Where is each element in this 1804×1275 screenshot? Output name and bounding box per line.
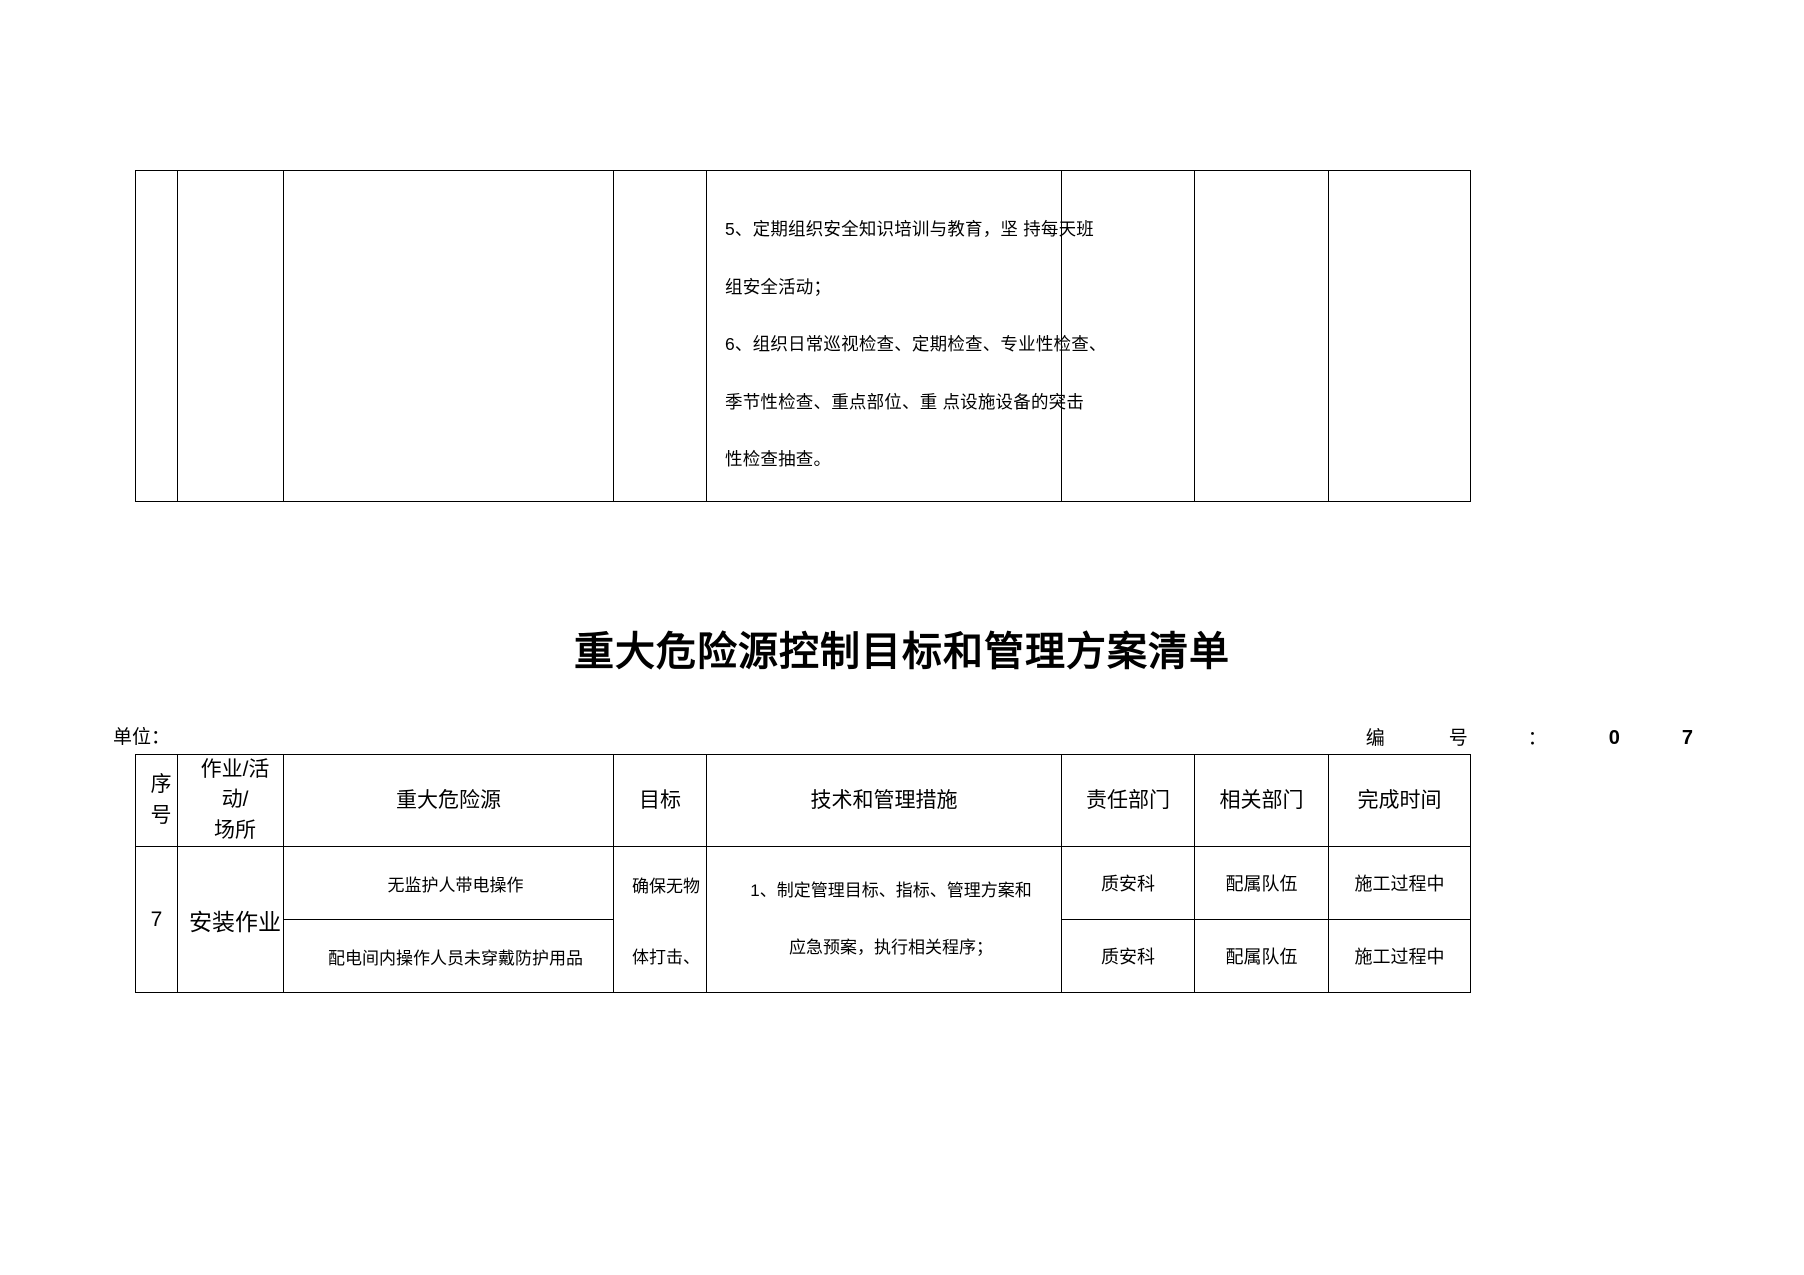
continued-table-container: 5、定期组织安全知识培训与教育，坚 持每天班 组安全活动； 6、组织日常巡视检查… bbox=[135, 170, 1471, 502]
continued-cell-related-dept bbox=[1194, 170, 1329, 502]
header-serial-line1: 序 bbox=[150, 773, 172, 797]
header-hazard: 重大危险源 bbox=[283, 753, 614, 848]
row-related-dept: 配属队伍 bbox=[1194, 919, 1329, 994]
header-activity-line2: 场所 bbox=[214, 818, 256, 842]
table-header-row: 序 号 作业/活 动/ 场所 重大危险源 目标 技术和管理措施 责任部门 相关部… bbox=[135, 753, 1471, 848]
continued-cell-serial bbox=[135, 170, 178, 502]
continued-cell-measures: 5、定期组织安全知识培训与教育，坚 持每天班 组安全活动； 6、组织日常巡视检查… bbox=[706, 170, 1107, 502]
number-digit-first: 0 bbox=[1608, 727, 1620, 749]
row-hazard: 配电间内操作人员未穿戴防护用品 bbox=[283, 919, 614, 994]
row-related-dept: 配属队伍 bbox=[1194, 846, 1329, 921]
row-goal: 确保无物 体打击、 bbox=[613, 846, 707, 994]
form-meta-row: 单位： 编 号 ： 0 7 bbox=[113, 725, 1693, 751]
row-responsible-dept: 质安科 bbox=[1061, 919, 1195, 994]
row-measure-line1: 1、制定管理目标、指标、管理方案和 bbox=[750, 881, 1032, 901]
major-hazard-control-table: 序 号 作业/活 动/ 场所 重大危险源 目标 技术和管理措施 责任部门 相关部… bbox=[135, 753, 1471, 994]
continued-cell-goal bbox=[613, 170, 707, 502]
header-serial-line2: 号 bbox=[150, 803, 172, 827]
row-serial: 7 bbox=[135, 846, 178, 994]
continued-cell-hazard bbox=[283, 170, 614, 502]
document-page: 5、定期组织安全知识培训与教育，坚 持每天班 组安全活动； 6、组织日常巡视检查… bbox=[0, 0, 1804, 1275]
header-measures: 技术和管理措施 bbox=[706, 753, 1062, 848]
measure-line-6: 6、组织日常巡视检查、定期检查、专业性检查、 bbox=[725, 334, 1107, 355]
row-goal-line2: 体打击、 bbox=[632, 947, 700, 967]
row-measure: 1、制定管理目标、指标、管理方案和 应急预案，执行相关程序； bbox=[706, 846, 1062, 994]
row-hazard: 无监护人带电操作 bbox=[283, 846, 614, 921]
header-related-dept: 相关部门 bbox=[1194, 753, 1329, 848]
table-row: 7 安装作业 无监护人带电操作 确保无物 体打击、 1、制定管理目标、指标、管理… bbox=[135, 846, 1471, 994]
row-completion-time: 施工过程中 bbox=[1328, 846, 1471, 921]
row-responsible-dept: 质安科 bbox=[1061, 846, 1195, 921]
continued-cell-activity bbox=[177, 170, 284, 502]
header-goal: 目标 bbox=[613, 753, 707, 848]
measure-line-6-cont-2: 性检查抽查。 bbox=[725, 449, 832, 470]
continued-measures-table: 5、定期组织安全知识培训与教育，坚 持每天班 组安全活动； 6、组织日常巡视检查… bbox=[135, 170, 1471, 502]
number-label-bian: 编 bbox=[1365, 728, 1385, 749]
header-responsible-dept: 责任部门 bbox=[1061, 753, 1195, 848]
main-table-container: 序 号 作业/活 动/ 场所 重大危险源 目标 技术和管理措施 责任部门 相关部… bbox=[135, 753, 1471, 994]
header-serial: 序 号 bbox=[135, 753, 178, 848]
row-completion-time: 施工过程中 bbox=[1328, 919, 1471, 994]
continued-cell-completion-time bbox=[1328, 170, 1471, 502]
number-label-hao: 号 bbox=[1448, 728, 1468, 749]
number-group: 编 号 ： 0 7 bbox=[1366, 725, 1693, 752]
number-colon: ： bbox=[1527, 728, 1547, 749]
header-activity-line1: 作业/活 动/ bbox=[200, 758, 270, 812]
page-title: 重大危险源控制目标和管理方案清单 bbox=[574, 629, 1230, 675]
unit-label: 单位： bbox=[113, 727, 171, 748]
table-row: 5、定期组织安全知识培训与教育，坚 持每天班 组安全活动； 6、组织日常巡视检查… bbox=[135, 170, 1471, 502]
measure-line-5-cont: 组安全活动； bbox=[725, 276, 832, 297]
row-activity: 安装作业 bbox=[177, 846, 284, 994]
row-measure-line2: 应急预案，执行相关程序； bbox=[789, 937, 993, 957]
row-goal-line1: 确保无物 bbox=[632, 876, 700, 896]
measure-line-5: 5、定期组织安全知识培训与教育，坚 持每天班 bbox=[725, 219, 1094, 240]
number-digit-second: 7 bbox=[1681, 727, 1693, 749]
header-activity: 作业/活 动/ 场所 bbox=[177, 753, 284, 848]
measure-line-6-cont-1: 季节性检查、重点部位、重 点设施设备的突击 bbox=[725, 391, 1085, 412]
header-completion-time: 完成时间 bbox=[1328, 753, 1471, 848]
